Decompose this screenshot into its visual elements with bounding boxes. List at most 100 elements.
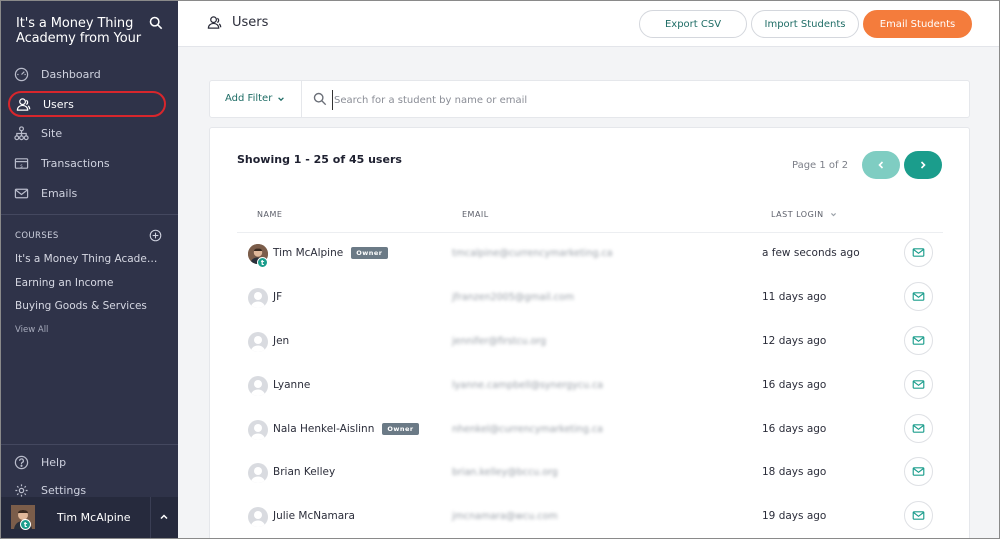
default-avatar-icon (250, 467, 266, 483)
user-name[interactable]: Brian Kelley (273, 466, 335, 478)
email-user-button[interactable] (904, 370, 933, 399)
table-row[interactable]: JF jfranzen2005@gmail.com 11 days ago (237, 276, 943, 320)
current-user-bar[interactable]: t Tim McAlpine (1, 497, 178, 538)
page-title: Users (207, 15, 268, 30)
user-last-login: 16 days ago (762, 423, 827, 435)
gauge-icon (14, 67, 29, 81)
table-row[interactable]: Jen jennifer@firstcu.org 12 days ago (237, 320, 943, 364)
user-name-text: Julie McNamara (273, 510, 355, 522)
user-name-text: Tim McAlpine (273, 247, 344, 259)
student-search-input[interactable] (332, 90, 952, 110)
filter-bar: Add Filter (209, 80, 970, 118)
user-name[interactable]: Jen (273, 335, 289, 347)
default-avatar-icon (250, 511, 266, 527)
user-last-login: a few seconds ago (762, 247, 860, 259)
sidebar-item-transactions[interactable]: $ Transactions (8, 150, 166, 176)
sidebar-divider (1, 214, 178, 215)
sidebar-item-site[interactable]: Site (8, 120, 166, 146)
app-window: It's a Money Thing Academy from Your Das… (0, 0, 1000, 539)
avatar (248, 288, 268, 308)
users-panel: Showing 1 - 25 of 45 users Page 1 of 2 N… (209, 127, 970, 538)
users-icon (207, 16, 222, 29)
sitemap-icon (14, 125, 29, 140)
user-name-text: Jen (273, 335, 290, 347)
user-last-login: 19 days ago (762, 510, 827, 522)
user-name[interactable]: Julie McNamara (273, 510, 355, 522)
envelope-icon (912, 467, 925, 476)
sidebar-item-label: Help (41, 456, 67, 469)
import-students-button[interactable]: Import Students (751, 10, 859, 38)
sidebar-item-emails[interactable]: Emails (8, 180, 166, 206)
sort-chevron-down-icon (830, 213, 836, 217)
chevron-right-icon (920, 161, 926, 169)
sidebar-item-label: Users (43, 97, 74, 111)
user-name[interactable]: Nala Henkel-Aislinn Owner (273, 423, 419, 435)
user-name[interactable]: JF (273, 291, 282, 303)
table-row[interactable]: Nala Henkel-Aislinn Owner nhenkel@curren… (237, 408, 943, 452)
sidebar-item-label: Transactions (41, 156, 110, 170)
email-user-button[interactable] (904, 457, 933, 486)
user-email: jfranzen2005@gmail.com (452, 292, 574, 303)
view-all-courses-link[interactable]: View All (15, 325, 48, 335)
sidebar-item-users[interactable]: Users (8, 91, 166, 117)
plus-circle-icon[interactable] (149, 229, 162, 242)
table-row[interactable]: Julie McNamara jmcnamara@wcu.com 19 days… (237, 495, 943, 538)
user-last-login: 12 days ago (762, 335, 827, 347)
user-name[interactable]: Tim McAlpine Owner (273, 247, 388, 259)
envelope-icon (14, 188, 29, 198)
envelope-icon (912, 292, 925, 301)
course-link[interactable]: Buying Goods & Services (15, 300, 167, 312)
avatar (248, 376, 268, 396)
envelope-icon (912, 380, 925, 389)
envelope-icon (912, 424, 925, 433)
avatar (248, 463, 268, 483)
table-row[interactable]: Lyanne lyanne.campbell@synergycu.ca 16 d… (237, 364, 943, 408)
user-name[interactable]: Lyanne (273, 379, 310, 391)
avatar (248, 507, 268, 527)
email-students-button[interactable]: Email Students (863, 10, 972, 38)
user-email: nhenkel@currencymarketing.ca (452, 424, 603, 435)
sidebar-item-label: Settings (41, 484, 87, 497)
sidebar-item-help[interactable]: Help (14, 455, 66, 470)
owner-badge: Owner (382, 423, 419, 435)
table-row[interactable]: Brian Kelley brian.kelley@bccu.org 18 da… (237, 451, 943, 495)
avatar-badge: t (20, 519, 31, 530)
sidebar-item-settings[interactable]: Settings (14, 483, 86, 498)
avatar (248, 420, 268, 440)
sidebar-item-dashboard[interactable]: Dashboard (8, 61, 166, 87)
courses-heading: COURSES (15, 231, 59, 241)
sidebar: It's a Money Thing Academy from Your Das… (1, 1, 178, 538)
envelope-icon (912, 336, 925, 345)
email-user-button[interactable] (904, 326, 933, 355)
user-last-login: 16 days ago (762, 379, 827, 391)
email-user-button[interactable] (904, 414, 933, 443)
current-user-name: Tim McAlpine (57, 511, 131, 524)
default-avatar-icon (250, 336, 266, 352)
sidebar-divider (1, 444, 178, 445)
user-email: brian.kelley@bccu.org (452, 467, 558, 478)
email-user-button[interactable] (904, 282, 933, 311)
column-header-last-login[interactable]: LAST LOGIN (771, 210, 837, 219)
column-header-name[interactable]: NAME (257, 210, 282, 219)
email-user-button[interactable] (904, 238, 933, 267)
add-filter-button[interactable]: Add Filter (225, 93, 285, 104)
next-page-button[interactable] (904, 151, 942, 179)
column-header-label: LAST LOGIN (771, 210, 824, 219)
course-link[interactable]: Earning an Income (15, 277, 167, 289)
user-last-login: 11 days ago (762, 291, 827, 303)
page-indicator: Page 1 of 2 (792, 160, 849, 171)
export-csv-button[interactable]: Export CSV (639, 10, 747, 38)
gear-icon (15, 484, 28, 497)
sidebar-item-label: Dashboard (41, 67, 101, 81)
default-avatar-icon (250, 424, 266, 440)
top-bar: Users Export CSV Import Students Email S… (178, 1, 999, 47)
chevron-up-icon[interactable] (159, 512, 169, 522)
previous-page-button[interactable] (862, 151, 900, 179)
email-user-button[interactable] (904, 501, 933, 530)
search-icon[interactable] (149, 16, 163, 30)
column-header-email[interactable]: EMAIL (462, 210, 489, 219)
sidebar-item-label: Emails (41, 186, 78, 200)
course-link[interactable]: It's a Money Thing Academy from Your Cre… (15, 253, 167, 265)
brand-title[interactable]: It's a Money Thing Academy from Your (16, 16, 146, 46)
table-row[interactable]: t Tim McAlpine Owner tmcalpine@currencym… (237, 232, 943, 276)
